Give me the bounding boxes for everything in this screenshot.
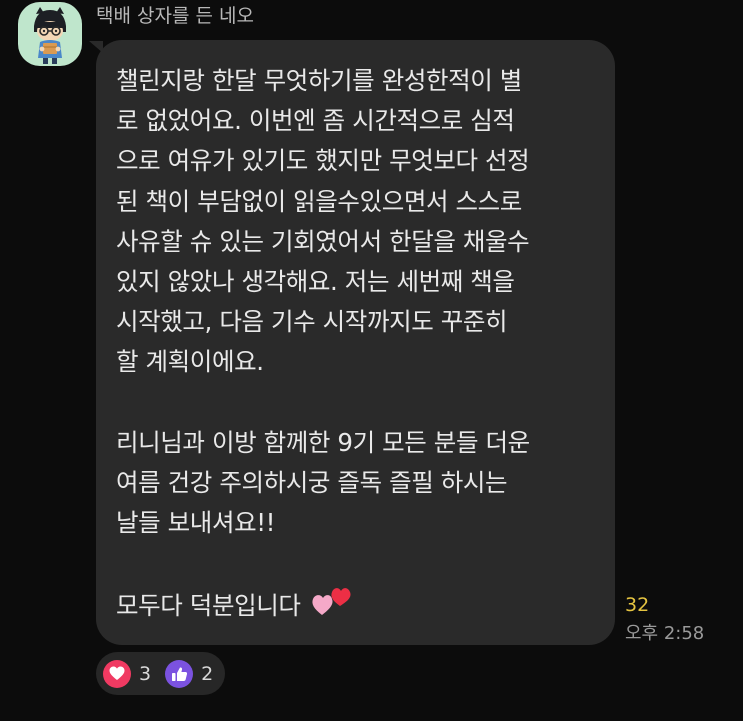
chat-screen: 택배 상자를 든 네오 챌린지랑 한달 무엇하기를 완성한적이 별 로 없었어요… (0, 0, 743, 721)
reaction-like-count: 2 (201, 662, 214, 685)
heart-icon (103, 659, 131, 688)
message-body: 챌린지랑 한달 무엇하기를 완성한적이 별 로 없었어요. 이번엔 좀 시간적으… (116, 66, 530, 620)
sender-name: 택배 상자를 든 네오 (96, 5, 254, 27)
thumbs-up-icon (165, 659, 194, 688)
neo-character-icon (34, 7, 66, 64)
reaction-like[interactable]: 2 (165, 659, 214, 688)
reaction-heart-count: 3 (139, 662, 152, 685)
reaction-bar: 3 2 (96, 652, 225, 695)
hearts-icon (310, 584, 354, 630)
message-bubble[interactable]: 챌린지랑 한달 무엇하기를 완성한적이 별 로 없었어요. 이번엔 좀 시간적으… (96, 40, 615, 645)
profile-avatar[interactable] (18, 2, 82, 66)
message-text: 챌린지랑 한달 무엇하기를 완성한적이 별 로 없었어요. 이번엔 좀 시간적으… (116, 61, 597, 630)
reaction-heart[interactable]: 3 (103, 659, 152, 688)
unread-count: 32 (625, 594, 650, 616)
message-timestamp: 오후 2:58 (625, 623, 705, 644)
